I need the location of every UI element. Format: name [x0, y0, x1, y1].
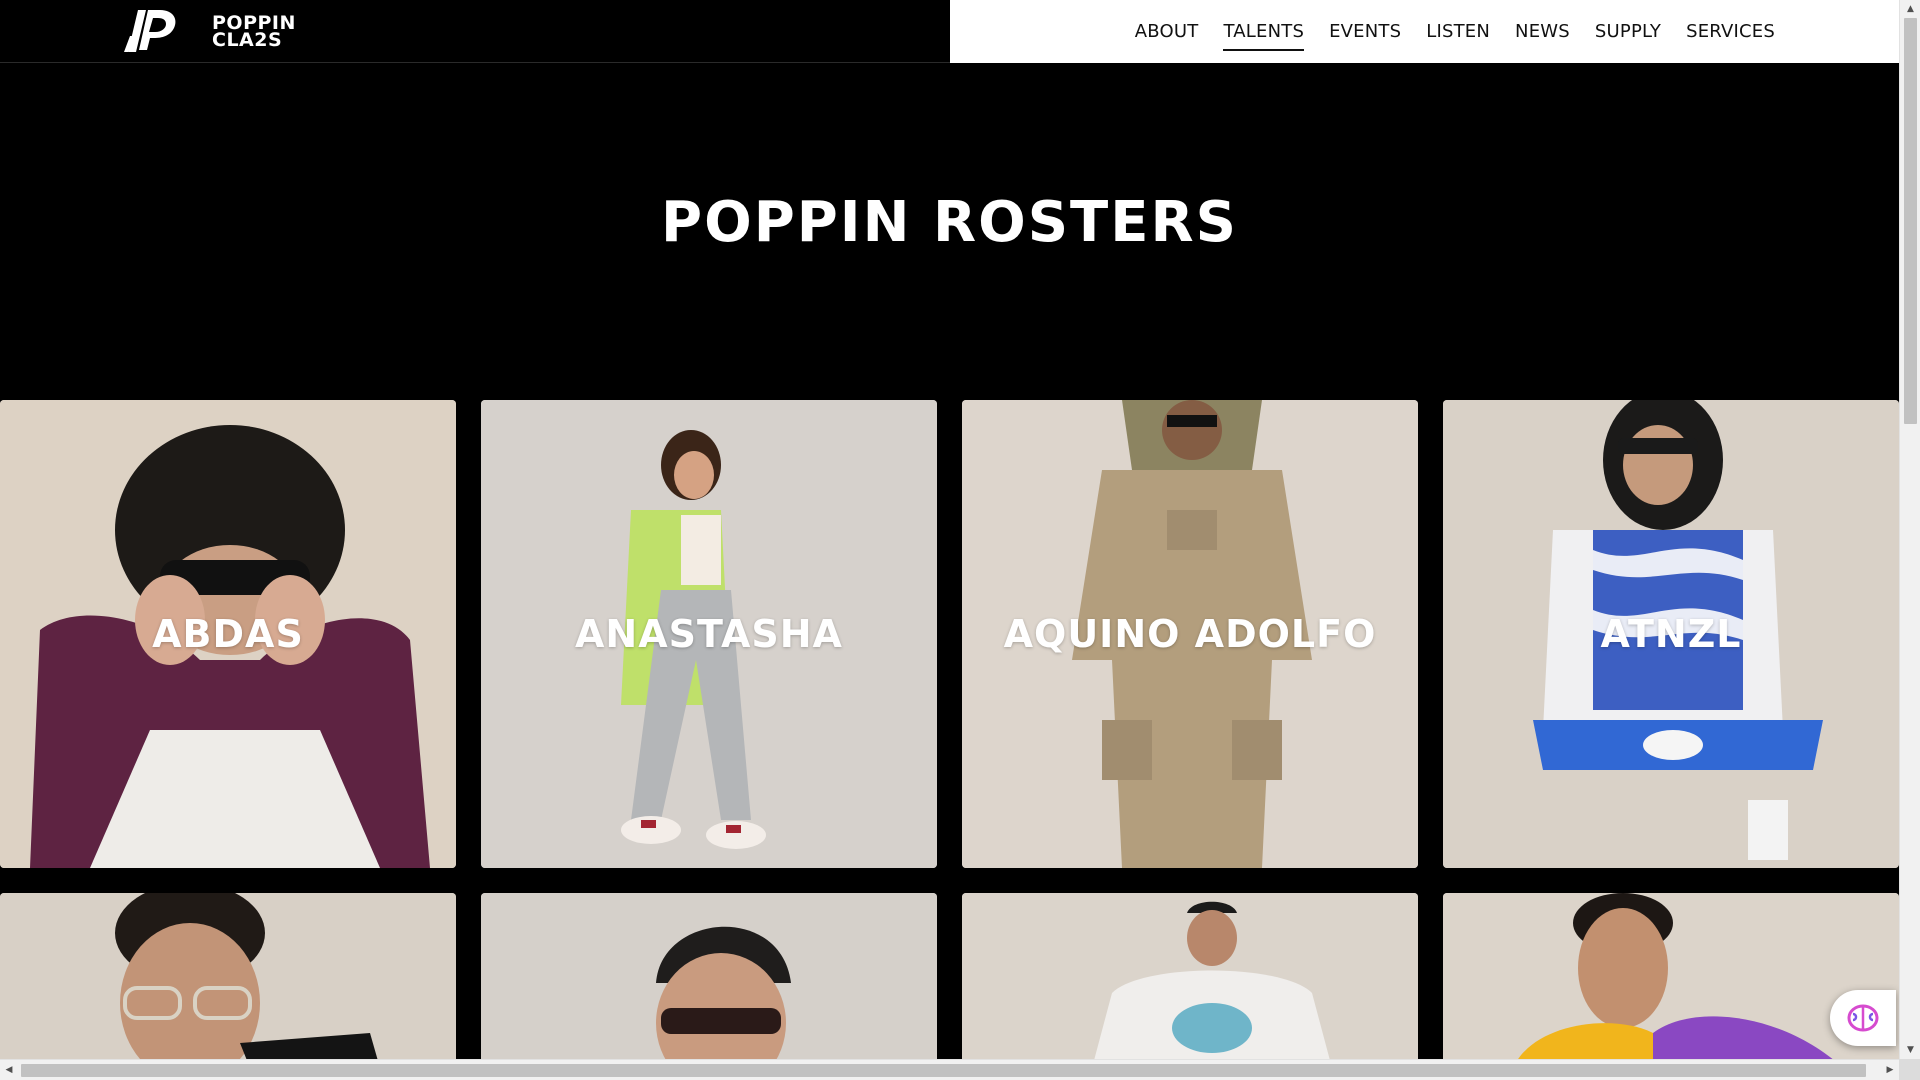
roster-card-abdas[interactable]: ABDAS [0, 400, 456, 868]
talent-name: ABDAS [152, 612, 304, 656]
talent-photo [481, 893, 937, 1068]
page-title: POPPIN ROSTERS [661, 190, 1238, 255]
scroll-up-icon[interactable]: ▲ [1900, 0, 1920, 18]
nav-item-talents[interactable]: TALENTS [1223, 21, 1304, 51]
scroll-right-icon[interactable]: ▶ [1881, 1060, 1899, 1080]
assistant-widget-button[interactable] [1830, 990, 1896, 1046]
horizontal-scroll-thumb[interactable] [21, 1064, 1866, 1077]
nav-item-events[interactable]: EVENTS [1329, 21, 1401, 42]
roster-grid: ABDAS ANASTASHA AQUINO ADOLFO ATNZL [0, 400, 1899, 1068]
vertical-scrollbar[interactable]: ▲ ▼ [1899, 0, 1920, 1059]
scrollbar-corner [1899, 1059, 1920, 1080]
talent-photo [962, 893, 1418, 1068]
nav-item-services[interactable]: SERVICES [1686, 21, 1775, 42]
scroll-down-icon[interactable]: ▼ [1900, 1041, 1920, 1059]
roster-card[interactable] [481, 893, 937, 1068]
roster-card[interactable] [962, 893, 1418, 1068]
talent-name: ATNZL [1600, 612, 1742, 656]
roster-card-aquino-adolfo[interactable]: AQUINO ADOLFO [962, 400, 1418, 868]
main-nav: ABOUT TALENTS EVENTS LISTEN NEWS SUPPLY … [1135, 0, 1775, 63]
nav-item-about[interactable]: ABOUT [1135, 21, 1199, 42]
site-header: POPPIN CLA2S ABOUT TALENTS EVENTS LISTEN… [0, 0, 1899, 63]
vertical-scroll-thumb[interactable] [1904, 18, 1917, 424]
nav-item-news[interactable]: NEWS [1515, 21, 1570, 42]
brain-icon [1847, 1004, 1879, 1032]
roster-card-anastasha[interactable]: ANASTASHA [481, 400, 937, 868]
roster-card[interactable] [1443, 893, 1899, 1068]
brand-wordmark[interactable]: POPPIN CLA2S [212, 14, 296, 51]
poppin-logo-icon[interactable] [122, 6, 180, 56]
roster-card-atnzl[interactable]: ATNZL [1443, 400, 1899, 868]
nav-item-supply[interactable]: SUPPLY [1595, 21, 1661, 42]
roster-card[interactable] [0, 893, 456, 1068]
talent-name: ANASTASHA [575, 612, 843, 656]
header-nav-area: ABOUT TALENTS EVENTS LISTEN NEWS SUPPLY … [950, 0, 1899, 63]
brand-line-2: CLA2S [212, 29, 283, 51]
nav-item-listen[interactable]: LISTEN [1426, 21, 1490, 42]
header-brand-area: POPPIN CLA2S [0, 0, 950, 63]
scroll-left-icon[interactable]: ◀ [0, 1060, 18, 1080]
talent-photo [0, 893, 456, 1068]
horizontal-scrollbar[interactable]: ◀ ▶ [0, 1059, 1899, 1080]
talent-photo [1443, 893, 1899, 1068]
talent-name: AQUINO ADOLFO [1003, 612, 1377, 656]
